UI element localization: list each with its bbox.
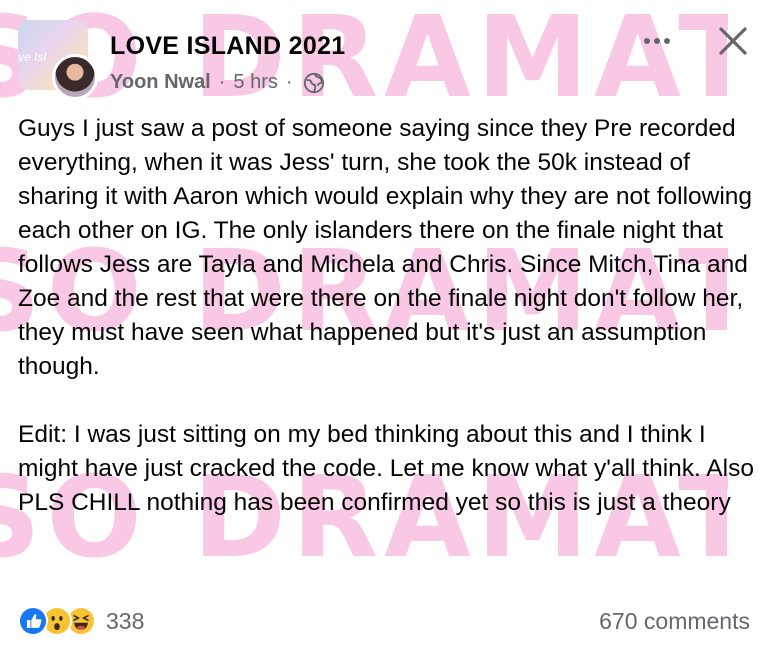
reaction-count: 338	[106, 607, 145, 634]
avatar-group[interactable]: ve Isl	[18, 20, 110, 100]
group-name[interactable]: LOVE ISLAND 2021	[110, 32, 345, 61]
globe-icon	[303, 72, 324, 93]
post-meta: Yoon Nwal · 5 hrs ·	[110, 71, 325, 94]
post-footer: 338 670 comments	[18, 606, 750, 646]
like-icon	[18, 606, 48, 636]
post-header: ve Isl LOVE ISLAND 2021 Yoon Nwal · 5 hr…	[18, 20, 750, 100]
reactions-summary[interactable]: 338	[18, 606, 144, 636]
group-avatar-text: ve Isl	[18, 50, 47, 64]
user-avatar[interactable]	[52, 54, 98, 100]
close-icon[interactable]	[716, 24, 750, 58]
facebook-post: ve Isl LOVE ISLAND 2021 Yoon Nwal · 5 hr…	[0, 0, 768, 658]
comments-count-link[interactable]: 670 comments	[599, 608, 750, 635]
author-name[interactable]: Yoon Nwal	[110, 71, 211, 94]
more-options-icon[interactable]	[642, 32, 672, 50]
post-time[interactable]: 5 hrs	[233, 71, 277, 94]
meta-separator: ·	[218, 71, 226, 93]
post-body: Guys I just saw a post of someone saying…	[18, 115, 754, 516]
meta-separator: ·	[285, 71, 293, 93]
